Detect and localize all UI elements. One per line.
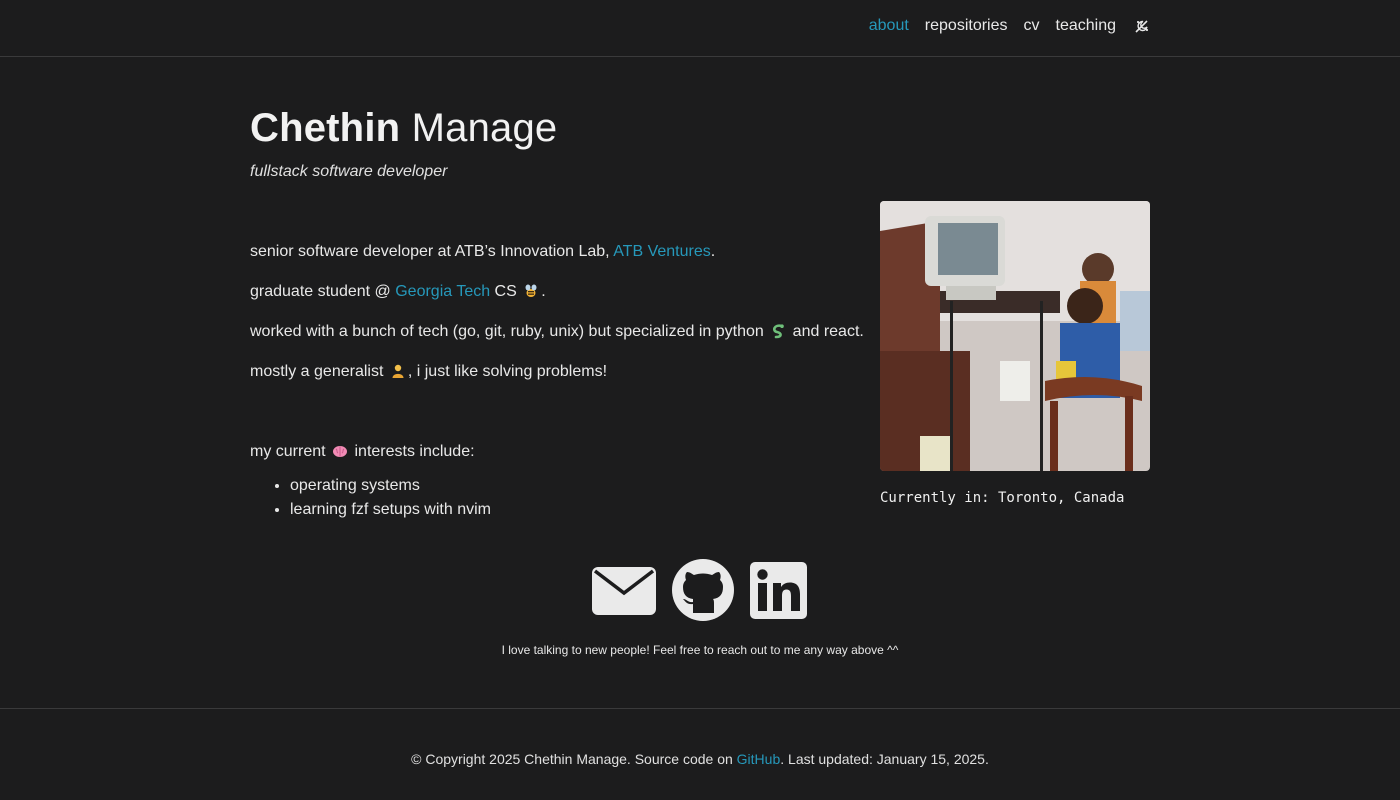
about-line-job-text: senior software developer at ATB’s Innov… (250, 243, 614, 260)
about-line-school-end: . (541, 283, 546, 300)
title-last-name: Manage (411, 106, 558, 150)
footer-text: © Copyright 2025 Chethin Manage. Source … (0, 751, 1400, 767)
location-text: Currently in: Toronto, Canada (880, 490, 1125, 506)
interests-heading-end: interests include: (354, 443, 475, 460)
main-nav: about repositories cv teaching (853, 17, 1150, 35)
footer-last-updated: . Last updated: January 15, 2025. (780, 751, 989, 767)
about-line-school: graduate student @ Georgia Tech CS . (250, 282, 860, 302)
social-links (0, 558, 1400, 622)
contact-note: I love talking to new people! Feel free … (501, 643, 899, 657)
about-section: senior software developer at ATB’s Innov… (250, 242, 864, 522)
page-title: Chethin Manage (250, 106, 557, 151)
theme-toggle-icon[interactable] (1134, 18, 1150, 34)
interests-heading: my current interests include: (250, 442, 860, 462)
footer: © Copyright 2025 Chethin Manage. Source … (0, 708, 1400, 800)
top-navbar: about repositories cv teaching (0, 0, 1400, 57)
georgia-tech-link[interactable]: Georgia Tech (395, 283, 490, 300)
list-item: learning fzf setups with nvim (290, 498, 860, 522)
footer-copyright: © Copyright 2025 Chethin Manage. Source … (411, 751, 737, 767)
page-subtitle: fullstack software developer (250, 163, 448, 180)
brain-icon (332, 443, 348, 459)
email-icon[interactable] (591, 558, 657, 622)
about-line-tech: worked with a bunch of tech (go, git, ru… (250, 322, 864, 342)
linkedin-icon[interactable] (749, 558, 809, 622)
interests-heading-text: my current (250, 443, 326, 460)
about-line-school-text: graduate student @ (250, 283, 396, 300)
snake-icon (770, 323, 786, 339)
about-line-generalist-end: , i just like solving problems! (407, 363, 608, 380)
person-icon (390, 363, 406, 379)
github-icon[interactable] (671, 558, 735, 622)
title-first-name: Chethin (250, 106, 401, 150)
nav-link-repositories[interactable]: repositories (925, 17, 1008, 35)
about-line-job: senior software developer at ATB’s Innov… (250, 242, 860, 262)
about-line-tech-end: and react. (792, 323, 864, 340)
list-item: operating systems (290, 474, 860, 498)
about-line-tech-text: worked with a bunch of tech (go, git, ru… (250, 323, 764, 340)
footer-github-link[interactable]: GitHub (737, 751, 781, 767)
bee-icon (523, 283, 539, 299)
about-line-school-cs: CS (490, 283, 517, 300)
nav-link-teaching[interactable]: teaching (1056, 17, 1117, 35)
nav-link-cv[interactable]: cv (1024, 17, 1040, 35)
interests-list: operating systems learning fzf setups wi… (290, 474, 860, 522)
about-line-generalist-text: mostly a generalist (250, 363, 384, 380)
atb-ventures-link[interactable]: ATB Ventures (613, 243, 711, 260)
about-line-job-end: . (710, 243, 716, 260)
about-line-generalist: mostly a generalist , i just like solvin… (250, 362, 860, 382)
profile-photo (880, 201, 1150, 471)
nav-link-about[interactable]: about (869, 17, 909, 35)
